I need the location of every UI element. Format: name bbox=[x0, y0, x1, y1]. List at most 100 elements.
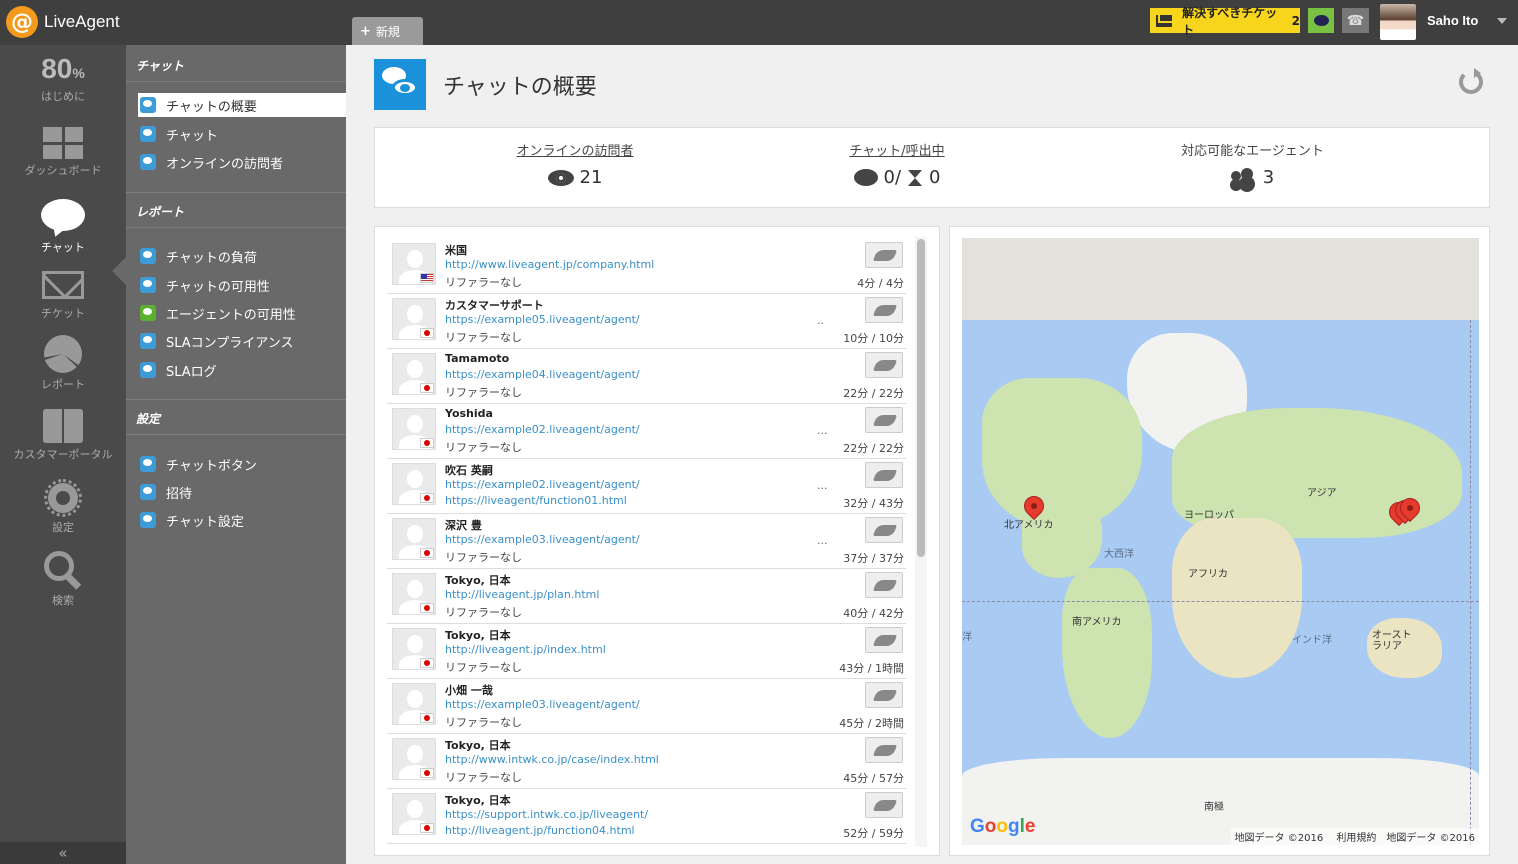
refresh-icon[interactable] bbox=[1459, 68, 1483, 94]
online-visitors-link[interactable]: オンラインの訪問者 bbox=[485, 140, 665, 159]
rail-label-getting-started: はじめに bbox=[41, 90, 85, 103]
visitor-row[interactable]: 深沢 豊 https://example03.liveagent/agent/リフ… bbox=[387, 514, 906, 569]
rail-label-reports: レポート bbox=[41, 378, 85, 391]
submenu-item-agent-availability[interactable]: エージェントの可用性 bbox=[138, 301, 296, 325]
visitor-row[interactable]: 吹石 英嗣 https://example02.liveagent/agent/h… bbox=[387, 459, 906, 514]
visitor-row[interactable]: 小畑 一哉 https://example03.liveagent/agent/リ… bbox=[387, 679, 906, 734]
visitor-row[interactable]: Yoshida https://example02.liveagent/agent… bbox=[387, 404, 906, 459]
submenu-item-sla-compliance[interactable]: SLAコンプライアンス bbox=[138, 329, 294, 353]
rail-item-search[interactable]: 検索 bbox=[0, 551, 126, 608]
invite-hand-icon[interactable] bbox=[865, 462, 903, 488]
more-urls-indicator[interactable]: .. bbox=[817, 314, 824, 327]
submenu-item-chats[interactable]: チャット bbox=[138, 122, 218, 146]
rail-item-chat[interactable]: チャット bbox=[0, 199, 126, 255]
visitor-current-url[interactable]: http://www.intwk.co.jp/case/index.html bbox=[445, 753, 659, 766]
rail-item-reports[interactable]: レポート bbox=[0, 335, 126, 392]
app-logo[interactable]: @ LiveAgent bbox=[6, 6, 120, 38]
invite-hand-icon[interactable] bbox=[865, 682, 903, 708]
agent-availability-icon bbox=[140, 305, 156, 321]
scrollbar[interactable] bbox=[915, 237, 927, 847]
visitor-row[interactable]: Tokyo, 日本 http://liveagent.jp/plan.html リフ… bbox=[387, 569, 906, 624]
visitor-row[interactable]: Tokyo, 日本 http://www.intwk.co.jp/case/ind… bbox=[387, 734, 906, 789]
submenu-item-chat-availability[interactable]: チャットの可用性 bbox=[138, 273, 270, 297]
chat-overview-icon bbox=[140, 97, 156, 113]
country-flag-icon bbox=[420, 768, 434, 778]
submenu-item-chat-settings[interactable]: チャット設定 bbox=[138, 508, 244, 532]
submenu-item-sla-log[interactable]: SLAログ bbox=[138, 358, 217, 382]
unresolved-tickets-label: 解決すべきチケット bbox=[1182, 5, 1278, 37]
visitor-current-url[interactable]: http://liveagent.jp/plan.html bbox=[445, 588, 599, 601]
visitor-current-url[interactable]: https://example05.liveagent/agent/ bbox=[445, 313, 640, 326]
more-urls-indicator[interactable]: ... bbox=[817, 479, 828, 492]
user-avatar[interactable] bbox=[1380, 4, 1416, 40]
invite-hand-icon[interactable] bbox=[865, 792, 903, 818]
visitor-row[interactable]: Tamamoto https://example04.liveagent/agen… bbox=[387, 349, 906, 404]
map-label-indian-ocean: インド洋 bbox=[1292, 635, 1332, 646]
visitor-current-url[interactable]: https://example04.liveagent/agent/ bbox=[445, 368, 640, 381]
invite-hand-icon[interactable] bbox=[865, 517, 903, 543]
invite-hand-icon[interactable] bbox=[865, 737, 903, 763]
invite-hand-icon[interactable] bbox=[865, 407, 903, 433]
visitor-previous-url[interactable]: https://liveagent/function01.html bbox=[445, 494, 627, 507]
invite-hand-icon[interactable] bbox=[865, 297, 903, 323]
invite-hand-icon[interactable] bbox=[865, 352, 903, 378]
chat-icon bbox=[41, 199, 85, 231]
available-agents-label: 対応可能なエージェント bbox=[1181, 144, 1324, 159]
phone-status-button[interactable]: ☎ bbox=[1342, 8, 1369, 33]
visitor-current-url[interactable]: https://support.intwk.co.jp/liveagent/ bbox=[445, 808, 648, 821]
chat-button-icon bbox=[140, 456, 156, 472]
visitor-row[interactable]: Tokyo, 日本 https://support.intwk.co.jp/liv… bbox=[387, 789, 906, 844]
country-flag-icon bbox=[420, 493, 434, 503]
visitor-current-url[interactable]: https://example03.liveagent/agent/ bbox=[445, 533, 640, 546]
rail-item-settings[interactable]: 設定 bbox=[0, 479, 126, 535]
rail-item-customer-portal[interactable]: カスタマーポータル bbox=[0, 409, 126, 462]
user-name[interactable]: Saho Ito bbox=[1427, 13, 1478, 28]
visitor-row[interactable]: Tokyo, 日本 http://liveagent.jp/index.html リ… bbox=[387, 624, 906, 679]
stat-online-visitors: オンラインの訪問者 21 bbox=[485, 140, 665, 188]
map-attribution[interactable]: 地図データ ©2016 利用規約 地図データ ©2016 bbox=[1230, 828, 1479, 845]
rail-item-dashboard[interactable]: ダッシュボード bbox=[0, 127, 126, 178]
submenu-item-online-visitors[interactable]: オンラインの訪問者 bbox=[138, 150, 283, 174]
collapse-sidebar-button[interactable]: « bbox=[0, 842, 126, 864]
plus-icon: + bbox=[360, 23, 371, 39]
visitor-row[interactable]: カスタマーサポート https://example05.liveagent/age… bbox=[387, 294, 906, 349]
chat-bubble-icon bbox=[853, 169, 878, 186]
visitor-row[interactable]: 米国 http://www.liveagent.jp/company.html リフ… bbox=[387, 239, 906, 294]
more-urls-indicator[interactable]: ... bbox=[817, 424, 828, 437]
invite-hand-icon[interactable] bbox=[865, 627, 903, 653]
north-america-land bbox=[982, 378, 1142, 528]
new-tab-button[interactable]: + 新規 bbox=[352, 17, 423, 45]
rail-item-getting-started[interactable]: 80% はじめに bbox=[0, 53, 126, 104]
chevron-down-icon[interactable] bbox=[1497, 18, 1507, 24]
submenu-item-invitations[interactable]: 招待 bbox=[138, 480, 192, 504]
submenu-heading-chat: チャット bbox=[136, 59, 184, 73]
unresolved-tickets-button[interactable]: 解決すべきチケット 2 bbox=[1150, 6, 1300, 37]
rail-item-tickets[interactable]: チケット bbox=[0, 271, 126, 321]
google-logo: Google bbox=[970, 816, 1036, 837]
divider bbox=[126, 192, 346, 193]
chat-status-button[interactable] bbox=[1308, 8, 1334, 33]
submenu-item-chat-overview[interactable]: チャットの概要 bbox=[138, 93, 346, 117]
visitor-current-url[interactable]: https://example02.liveagent/agent/ bbox=[445, 478, 640, 491]
world-map[interactable]: 北アメリカ ヨーロッパ アジア 大西洋 アフリカ 南アメリカ インド洋 オースト… bbox=[962, 238, 1479, 845]
visitor-previous-url[interactable]: http://liveagent.jp/function04.html bbox=[445, 824, 635, 837]
more-urls-indicator[interactable]: ... bbox=[817, 534, 828, 547]
rail-label-tickets: チケット bbox=[41, 307, 85, 320]
invite-hand-icon[interactable] bbox=[865, 242, 903, 268]
submenu-item-chat-buttons[interactable]: チャットボタン bbox=[138, 452, 257, 476]
chats-calls-link[interactable]: チャット/呼出中 bbox=[807, 140, 987, 159]
visitor-current-url[interactable]: http://www.liveagent.jp/company.html bbox=[445, 258, 654, 271]
visitor-name: Yoshida bbox=[445, 407, 493, 420]
envelope-icon bbox=[1156, 14, 1173, 27]
map-label-antarctica: 南極 bbox=[1204, 802, 1224, 813]
visitor-current-url[interactable]: https://example03.liveagent/agent/ bbox=[445, 698, 640, 711]
rail-label-search: 検索 bbox=[52, 594, 74, 607]
visitor-current-url[interactable]: http://liveagent.jp/index.html bbox=[445, 643, 606, 656]
stats-card: オンラインの訪問者 21 チャット/呼出中 0/ 0 対応可能なエージェント 3 bbox=[374, 127, 1490, 208]
visitor-current-url[interactable]: https://example02.liveagent/agent/ bbox=[445, 423, 640, 436]
visitor-name: 吹石 英嗣 bbox=[445, 464, 493, 477]
rail-label-settings: 設定 bbox=[52, 521, 74, 534]
scrollbar-thumb[interactable] bbox=[917, 239, 925, 557]
invite-hand-icon[interactable] bbox=[865, 572, 903, 598]
submenu-item-chat-load[interactable]: チャットの負荷 bbox=[138, 244, 257, 268]
